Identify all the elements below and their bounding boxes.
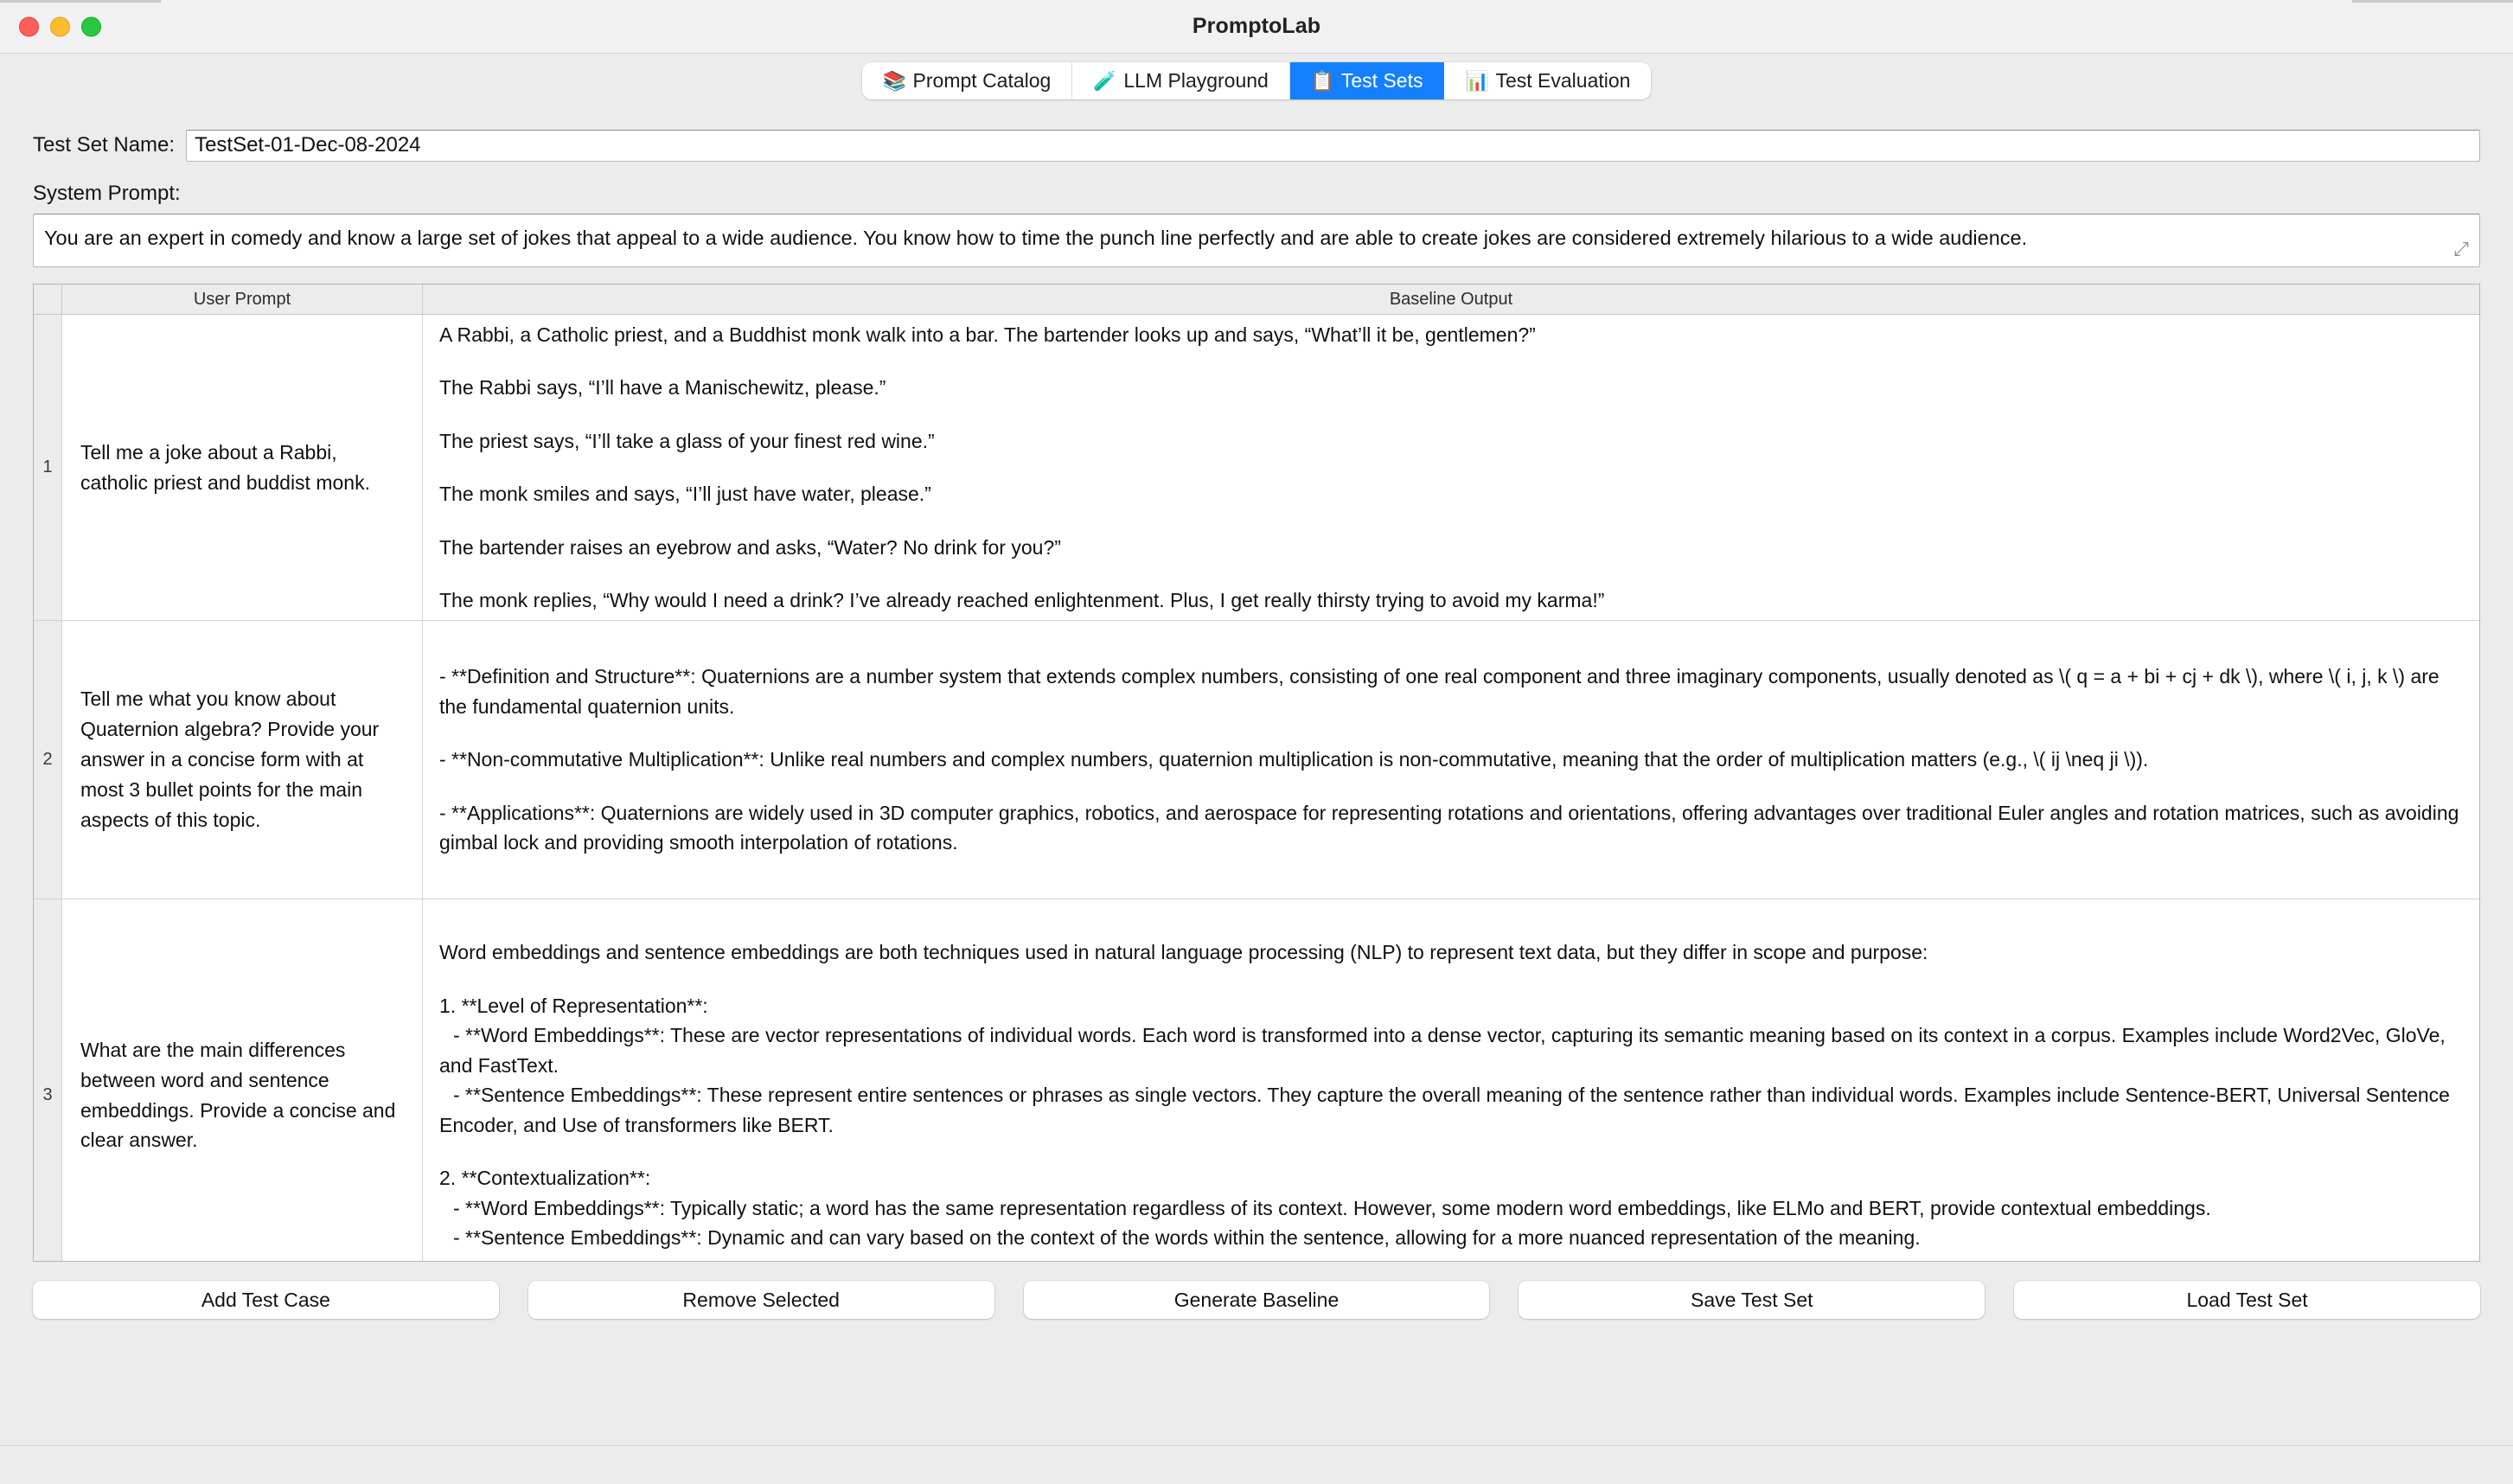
system-prompt-text: You are an expert in comedy and know a l… (44, 227, 2028, 249)
test-set-name-row: Test Set Name: (33, 125, 2480, 166)
test-set-name-label: Test Set Name: (33, 133, 176, 157)
clipboard-icon: 📋 (1310, 69, 1335, 92)
maximize-window-button[interactable] (81, 16, 101, 36)
tab-bar: 📚 Prompt Catalog 🧪 LLM Playground 📋 Test… (861, 62, 1652, 99)
remove-selected-button[interactable]: Remove Selected (528, 1281, 994, 1319)
table-row[interactable]: 2 Tell me what you know about Quaternion… (34, 621, 2479, 899)
add-test-case-button[interactable]: Add Test Case (33, 1281, 499, 1319)
row-user-prompt-cell[interactable]: Tell me a joke about a Rabbi, catholic p… (62, 315, 423, 620)
baseline-paragraph: The monk replies, “Why would I need a dr… (439, 589, 1605, 611)
baseline-paragraph: The Rabbi says, “I’ll have a Manischewit… (439, 376, 886, 399)
resize-handle-icon[interactable]: ⤡ (2454, 238, 2470, 259)
window-title: PromptoLab (1192, 14, 1321, 38)
row-baseline-output-cell[interactable]: A Rabbi, a Catholic priest, and a Buddhi… (423, 315, 2479, 620)
test-tube-icon: 🧪 (1093, 69, 1117, 92)
table-header-baseline-output: Baseline Output (1389, 289, 1513, 309)
baseline-paragraph: - **Applications**: Quaternions are wide… (439, 801, 2459, 854)
tab-bar-container: 📚 Prompt Catalog 🧪 LLM Playground 📋 Test… (0, 54, 2513, 108)
test-cases-table: User Prompt Baseline Output 1 Tell me a … (33, 284, 2480, 1262)
title-bar-right-edge (2352, 0, 2513, 3)
tab-test-sets-label: Test Sets (1340, 69, 1423, 92)
save-test-set-button[interactable]: Save Test Set (1519, 1281, 1985, 1319)
window-controls (19, 16, 101, 36)
tab-prompt-catalog[interactable]: 📚 Prompt Catalog (861, 62, 1073, 99)
baseline-paragraph: - **Sentence Embeddings**: These represe… (439, 1084, 2450, 1136)
baseline-paragraph: The priest says, “I’ll take a glass of y… (439, 429, 935, 452)
tab-test-evaluation-label: Test Evaluation (1495, 69, 1631, 92)
main-content: Test Set Name: System Prompt: You are an… (0, 125, 2513, 1319)
load-test-set-button[interactable]: Load Test Set (2014, 1281, 2480, 1319)
table-header-index (34, 285, 62, 314)
row-baseline-output-cell[interactable]: - **Definition and Structure**: Quaterni… (423, 621, 2479, 899)
baseline-paragraph: - **Word Embeddings**: Typically static;… (453, 1196, 2211, 1219)
baseline-paragraph: A Rabbi, a Catholic priest, and a Buddhi… (439, 323, 1536, 346)
tab-prompt-catalog-label: Prompt Catalog (912, 69, 1052, 92)
baseline-paragraph: - **Word Embeddings**: These are vector … (439, 1024, 2446, 1077)
row-baseline-output-text: - **Definition and Structure**: Quaterni… (439, 662, 2464, 858)
test-set-name-input[interactable] (186, 129, 2480, 162)
tab-test-evaluation[interactable]: 📊 Test Evaluation (1444, 62, 1652, 99)
bar-chart-icon: 📊 (1465, 69, 1489, 92)
row-index: 1 (34, 315, 62, 620)
action-button-row: Add Test Case Remove Selected Generate B… (33, 1281, 2480, 1319)
row-baseline-output-cell[interactable]: Word embeddings and sentence embeddings … (423, 899, 2479, 1261)
baseline-paragraph: 2. **Contextualization**: (439, 1167, 651, 1190)
baseline-paragraph: 1. **Level of Representation**: (439, 994, 708, 1017)
baseline-paragraph: - **Definition and Structure**: Quaterni… (439, 665, 2439, 718)
row-user-prompt-text: What are the main differences between wo… (80, 1038, 396, 1152)
close-window-button[interactable] (19, 16, 39, 36)
row-user-prompt-text: Tell me what you know about Quaternion a… (80, 688, 380, 831)
books-icon: 📚 (882, 69, 906, 92)
row-baseline-output-text: A Rabbi, a Catholic priest, and a Buddhi… (439, 320, 2464, 616)
table-header-row: User Prompt Baseline Output (34, 285, 2479, 315)
title-bar-left-edge (0, 0, 161, 3)
table-row[interactable]: 1 Tell me a joke about a Rabbi, catholic… (34, 315, 2479, 621)
minimize-window-button[interactable] (50, 16, 70, 36)
row-baseline-output-text: Word embeddings and sentence embeddings … (439, 937, 2464, 1253)
tab-llm-playground[interactable]: 🧪 LLM Playground (1072, 62, 1290, 99)
system-prompt-field[interactable]: You are an expert in comedy and know a l… (33, 214, 2480, 267)
row-index: 2 (34, 621, 62, 899)
status-bar (0, 1445, 2513, 1484)
row-user-prompt-text: Tell me a joke about a Rabbi, catholic p… (80, 440, 370, 494)
row-user-prompt-cell[interactable]: Tell me what you know about Quaternion a… (62, 621, 423, 899)
row-user-prompt-cell[interactable]: What are the main differences between wo… (62, 899, 423, 1261)
baseline-paragraph: The bartender raises an eyebrow and asks… (439, 535, 1061, 559)
table-header-user-prompt: User Prompt (62, 285, 423, 314)
title-bar: PromptoLab (0, 0, 2513, 54)
table-row[interactable]: 3 What are the main differences between … (34, 899, 2479, 1261)
baseline-paragraph: Word embeddings and sentence embeddings … (439, 941, 1928, 964)
tab-llm-playground-label: LLM Playground (1123, 69, 1269, 92)
generate-baseline-button[interactable]: Generate Baseline (1023, 1281, 1490, 1319)
baseline-paragraph: The monk smiles and says, “I’ll just hav… (439, 483, 931, 505)
row-index: 3 (34, 899, 62, 1261)
tab-test-sets[interactable]: 📋 Test Sets (1289, 62, 1445, 99)
system-prompt-label: System Prompt: (33, 182, 181, 205)
baseline-paragraph: - **Non-commutative Multiplication**: Un… (439, 748, 2149, 771)
baseline-paragraph: - **Sentence Embeddings**: Dynamic and c… (453, 1226, 1921, 1250)
application-window: PromptoLab 📚 Prompt Catalog 🧪 LLM Playgr… (0, 0, 2513, 1484)
